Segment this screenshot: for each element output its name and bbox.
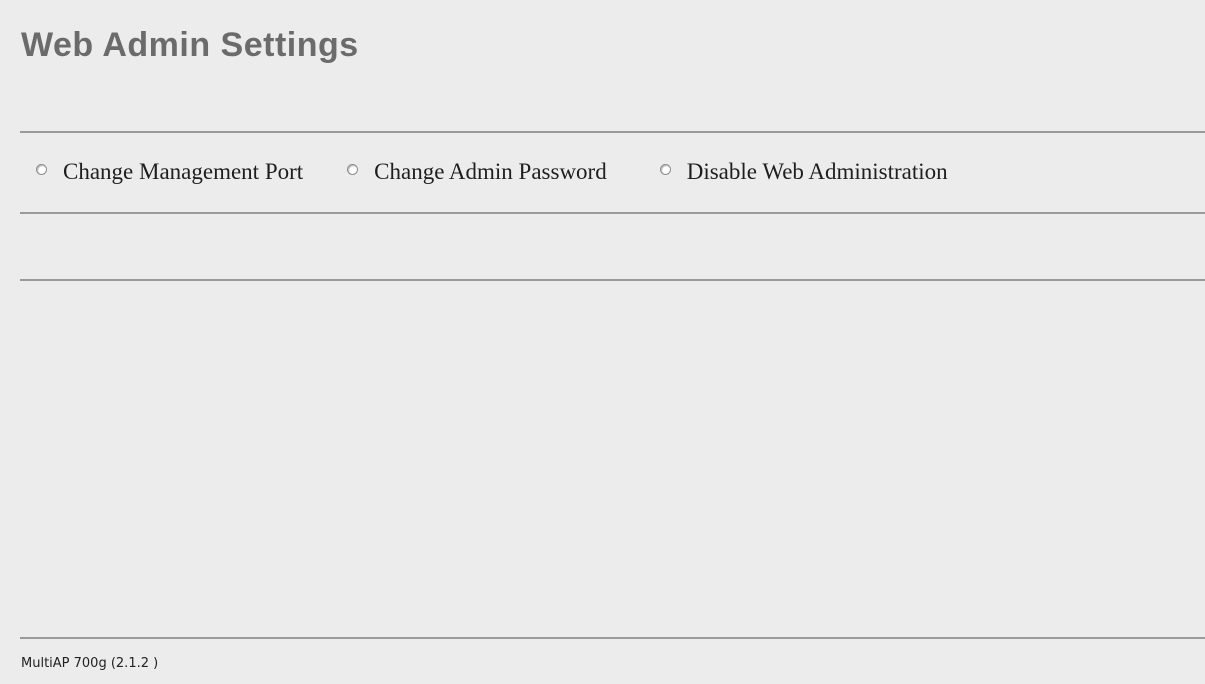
page-title: Web Admin Settings	[21, 26, 359, 64]
divider	[20, 212, 1205, 214]
divider	[20, 279, 1205, 281]
divider	[20, 131, 1205, 133]
divider	[20, 637, 1205, 639]
settings-options: Change Management Port Change Admin Pass…	[36, 159, 948, 185]
option-label: Change Admin Password	[374, 159, 607, 184]
radio-button-icon[interactable]	[347, 163, 359, 175]
option-label: Change Management Port	[63, 159, 304, 184]
option-change-admin-password[interactable]: Change Admin Password	[347, 159, 607, 185]
web-admin-settings-page: Web Admin Settings Change Management Por…	[0, 0, 1205, 684]
radio-button-icon[interactable]	[659, 163, 671, 175]
footer-version: MultiAP 700g (2.1.2 )	[21, 656, 159, 671]
option-change-management-port[interactable]: Change Management Port	[36, 159, 303, 185]
option-disable-web-administration[interactable]: Disable Web Administration	[659, 159, 948, 185]
option-label: Disable Web Administration	[686, 159, 948, 184]
radio-button-icon[interactable]	[36, 163, 47, 175]
